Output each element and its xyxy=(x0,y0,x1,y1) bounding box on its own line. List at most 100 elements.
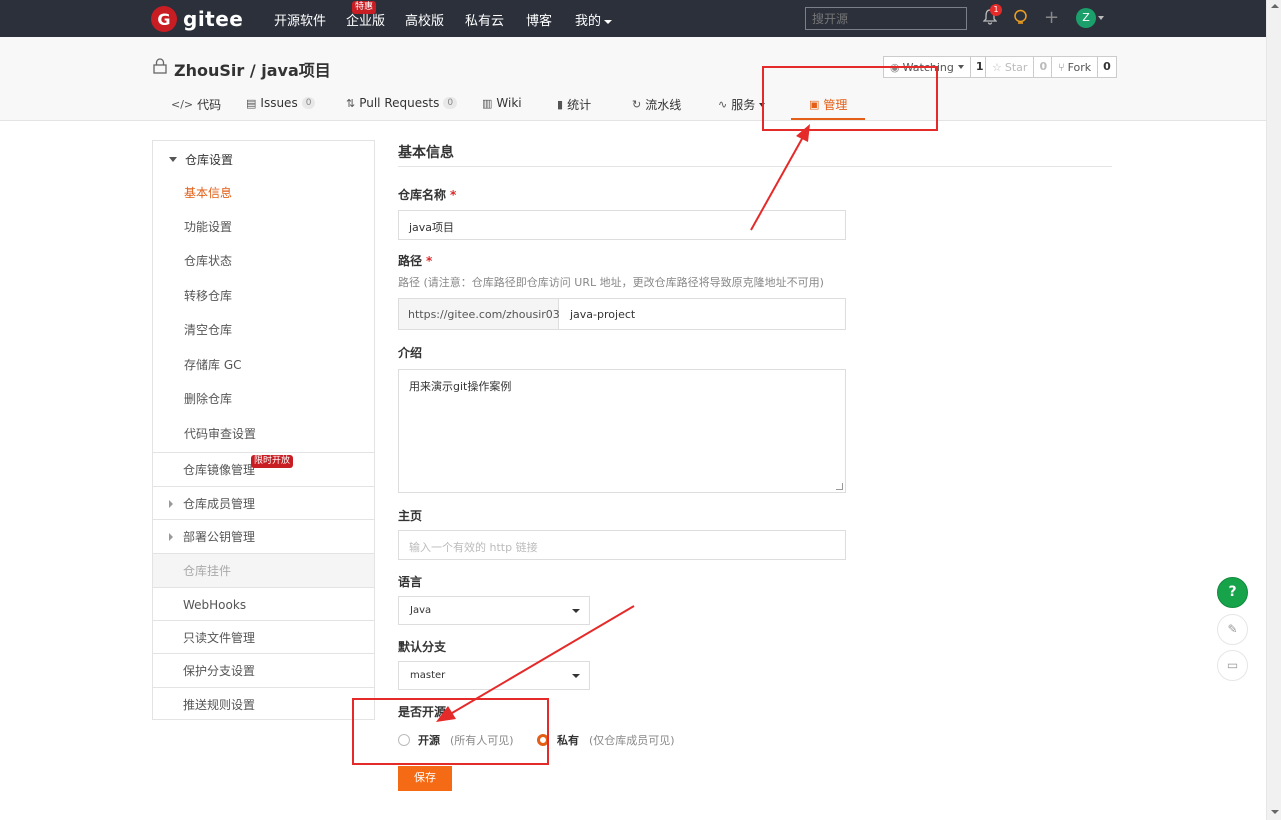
default-branch-select[interactable]: master xyxy=(398,661,590,690)
page-title: 基本信息 xyxy=(398,145,454,161)
sidebar-group-repo-settings[interactable]: 仓库设置 xyxy=(169,151,233,168)
tab-services-label: 服务 xyxy=(731,98,756,112)
repo-name-label: 仓库名称 * xyxy=(398,186,456,203)
fork-button-label: ⑂ Fork xyxy=(1052,57,1099,77)
nav-private-cloud[interactable]: 私有云 xyxy=(465,10,504,29)
fork-label-text: Fork xyxy=(1067,60,1092,74)
default-branch-value: master xyxy=(410,670,446,681)
chevron-down-icon xyxy=(604,19,613,24)
homepage-label: 主页 xyxy=(398,509,423,523)
repo-title[interactable]: ZhouSir / java项目 xyxy=(174,57,331,81)
nav-open-source[interactable]: 开源软件 xyxy=(274,10,326,29)
issues-count: 0 xyxy=(301,97,316,109)
sidebar-item-clear[interactable]: 清空仓库 xyxy=(184,321,232,338)
fork-button[interactable]: ⑂ Fork 0 xyxy=(1051,56,1117,78)
annotation-box-manage xyxy=(762,66,938,131)
search-input[interactable] xyxy=(805,7,967,30)
chart-icon: ▮ xyxy=(557,98,564,111)
dropdown-caret-icon xyxy=(572,609,580,613)
caret-down-icon xyxy=(169,157,177,162)
sidebar-item-readonly-files[interactable]: 只读文件管理 xyxy=(153,620,374,654)
caret-right-icon xyxy=(169,499,173,508)
nav-blog[interactable]: 博客 xyxy=(526,10,552,29)
vertical-scrollbar[interactable] xyxy=(1266,0,1281,820)
chevron-down-icon xyxy=(957,65,964,69)
sidebar-item-protected-branches[interactable]: 保护分支设置 xyxy=(153,653,374,687)
pipeline-icon: ↻ xyxy=(632,98,642,111)
settings-sidebar: 仓库设置 基本信息 功能设置 仓库状态 转移仓库 清空仓库 存储库 GC 删除仓… xyxy=(152,140,375,720)
chevron-down-icon[interactable] xyxy=(1098,16,1104,20)
fork-count: 0 xyxy=(1103,60,1111,73)
language-select-value: Java xyxy=(410,605,432,616)
sidebar-item-status[interactable]: 仓库状态 xyxy=(184,252,232,269)
sidebar-item-webhooks[interactable]: WebHooks xyxy=(153,587,374,621)
sidebar-item-deploy-keys[interactable]: 部署公钥管理 xyxy=(153,519,374,553)
limited-time-badge: 限时开放 xyxy=(251,455,294,468)
intro-textarea[interactable]: 用来演示git操作案例 xyxy=(398,369,846,493)
star-count: 0 xyxy=(1039,60,1048,73)
sidebar-item-basic-info[interactable]: 基本信息 xyxy=(184,184,232,201)
sidebar-item-mirror-label: 仓库镜像管理 xyxy=(183,463,256,477)
sidebar-item-gc[interactable]: 存储库 GC xyxy=(184,356,242,373)
top-navbar: G gitee 开源软件 企业版 特惠 高校版 私有云 博客 我的 1 + Z xyxy=(0,0,1266,37)
fork-icon: ⑂ xyxy=(1058,60,1065,74)
tab-issues[interactable]: ▤ Issues 0 xyxy=(246,96,316,110)
scroll-down-icon[interactable] xyxy=(1271,810,1279,814)
radio-private[interactable]: 私有 (仅仓库成员可见) xyxy=(537,732,675,748)
path-label: 路径 * xyxy=(398,252,432,269)
path-input[interactable]: java-project xyxy=(559,298,846,330)
code-icon: </> xyxy=(171,98,194,111)
gitee-logo-icon: G xyxy=(151,6,177,32)
scroll-up-icon[interactable] xyxy=(1271,4,1279,8)
repo-name-label-text: 仓库名称 xyxy=(398,188,447,202)
sidebar-item-push-rules[interactable]: 推送规则设置 xyxy=(153,687,374,721)
sidebar-item-mirror[interactable]: 仓库镜像管理 限时开放 xyxy=(153,452,374,486)
plus-icon[interactable]: + xyxy=(1044,7,1059,28)
divider xyxy=(398,166,1112,167)
radio-private-label: 私有 xyxy=(557,734,579,747)
tab-pipeline[interactable]: ↻ 流水线 xyxy=(632,96,681,113)
nav-mine[interactable]: 我的 xyxy=(575,10,613,29)
enterprise-promo-badge: 特惠 xyxy=(352,1,377,14)
tab-code[interactable]: </> 代码 xyxy=(171,96,221,113)
help-button[interactable]: ? xyxy=(1217,577,1248,608)
save-button[interactable]: 保存 xyxy=(398,766,452,791)
intro-text: 用来演示git操作案例 xyxy=(409,380,512,393)
tab-pipeline-label: 流水线 xyxy=(645,98,682,112)
sidebar-item-deploy-keys-label: 部署公钥管理 xyxy=(183,530,256,544)
gitee-logo[interactable]: G gitee xyxy=(151,6,243,32)
nav-university[interactable]: 高校版 xyxy=(405,10,444,29)
sidebar-item-features[interactable]: 功能设置 xyxy=(184,218,232,235)
tab-wiki-label: Wiki xyxy=(496,96,522,110)
feedback-edit-icon[interactable]: ✎ xyxy=(1217,614,1248,645)
notification-count-badge: 1 xyxy=(990,4,1002,16)
lightbulb-icon[interactable] xyxy=(1013,9,1028,30)
star-button[interactable]: ☆ Star 0 xyxy=(985,56,1054,78)
radio-private-desc: (仅仓库成员可见) xyxy=(589,734,675,747)
language-select[interactable]: Java xyxy=(398,596,590,625)
chat-icon[interactable]: ▭ xyxy=(1217,650,1248,681)
sidebar-item-delete[interactable]: 删除仓库 xyxy=(184,390,232,407)
tab-stats[interactable]: ▮ 统计 xyxy=(557,96,591,113)
star-button-label: ☆ Star xyxy=(986,57,1035,77)
path-prefix: https://gitee.com/zhousir03/ xyxy=(398,298,563,330)
repo-name-input[interactable]: java项目 xyxy=(398,210,846,240)
tab-wiki[interactable]: ▥ Wiki xyxy=(482,96,522,110)
star-label-text: Star xyxy=(1004,60,1028,74)
tab-services[interactable]: ∿ 服务 xyxy=(718,96,766,113)
sidebar-item-transfer[interactable]: 转移仓库 xyxy=(184,287,232,304)
avatar[interactable]: Z xyxy=(1076,8,1096,28)
gitee-logo-text: gitee xyxy=(183,7,244,31)
sidebar-group-title: 仓库设置 xyxy=(185,153,234,167)
resize-handle-icon[interactable] xyxy=(836,483,843,490)
tab-stats-label: 统计 xyxy=(567,98,592,112)
tab-pull-requests[interactable]: ⇅ Pull Requests 0 xyxy=(346,96,458,110)
tab-issues-label: Issues xyxy=(260,96,298,110)
pull-requests-count: 0 xyxy=(443,97,458,109)
dropdown-caret-icon xyxy=(572,674,580,678)
wiki-icon: ▥ xyxy=(482,96,493,110)
sidebar-item-members[interactable]: 仓库成员管理 xyxy=(153,486,374,520)
sidebar-item-code-review[interactable]: 代码审查设置 xyxy=(184,425,256,442)
path-label-text: 路径 xyxy=(398,254,423,268)
homepage-input[interactable]: 输入一个有效的 http 链接 xyxy=(398,530,846,560)
